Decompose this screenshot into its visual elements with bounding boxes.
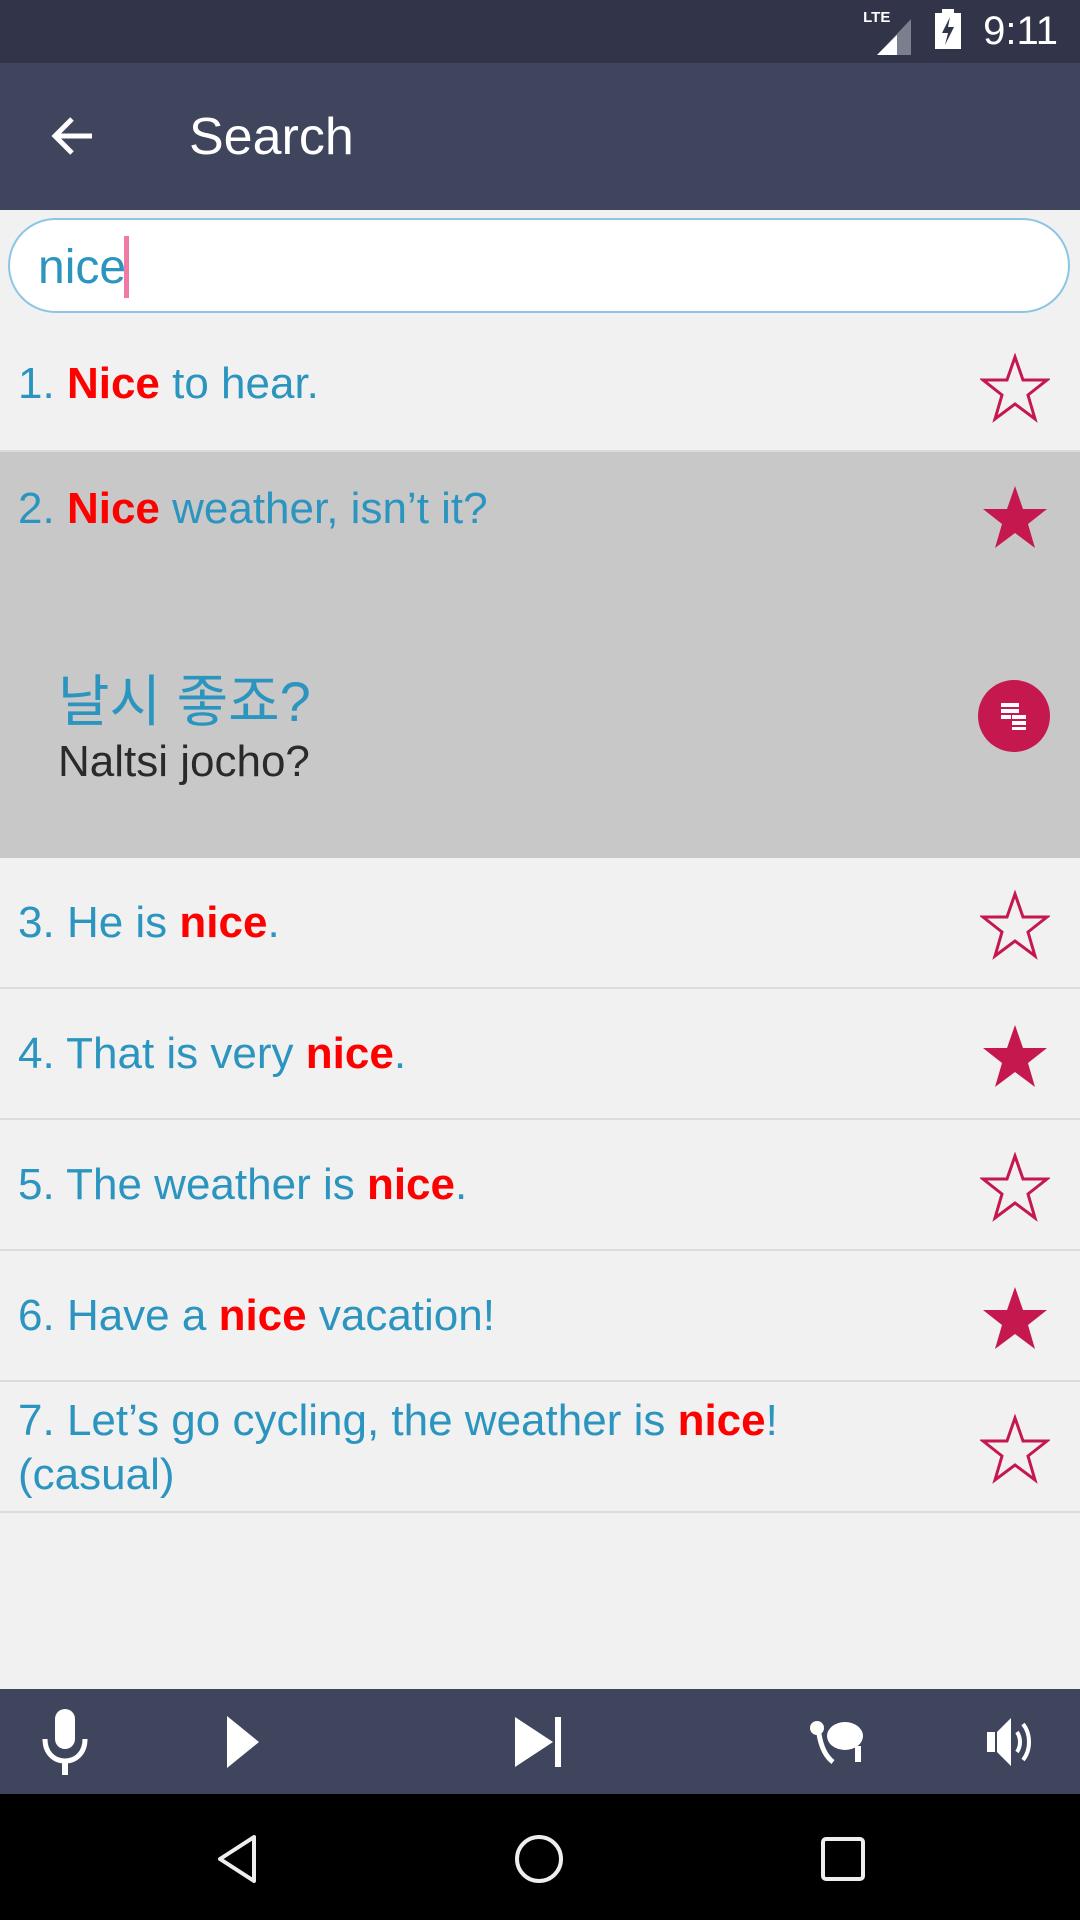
result-row[interactable]: 3. He is nice. (0, 858, 1080, 989)
star-outline-icon[interactable] (980, 1152, 1050, 1222)
status-icons: LTE 9:11 (863, 0, 1058, 63)
turtle-slow-icon (810, 1720, 863, 1764)
page-title: Search (189, 108, 354, 166)
star-outline-icon[interactable] (980, 890, 1050, 960)
star-filled-icon[interactable] (980, 1021, 1050, 1091)
audio-toolbar (0, 1689, 1080, 1794)
volume-button[interactable] (968, 1689, 1058, 1794)
play-button[interactable] (198, 1689, 288, 1794)
battery-charging-icon (935, 9, 962, 54)
slow-speed-button[interactable] (792, 1689, 882, 1794)
flashcards-icon (1001, 703, 1026, 730)
result-row[interactable]: 5. The weather is nice. (0, 1120, 1080, 1251)
skip-next-button[interactable] (494, 1689, 584, 1794)
result-text: 2. Nice weather, isn’t it? (18, 484, 488, 533)
star-filled-icon[interactable] (980, 1283, 1050, 1353)
romanization: Naltsi jocho? (58, 737, 310, 786)
system-nav-bar (0, 1794, 1080, 1920)
result-row[interactable]: 1. Nice to hear. (0, 315, 1080, 452)
nav-back-button[interactable] (192, 1814, 282, 1904)
results-list: 1. Nice to hear. 2. Nice weather, isn’t … (0, 315, 1080, 1513)
microphone-button[interactable] (20, 1689, 110, 1794)
search-box[interactable] (8, 218, 1070, 313)
show-details-button[interactable] (978, 680, 1050, 752)
result-row-expanded[interactable]: 2. Nice weather, isn’t it? 날시 좋죠? Naltsi… (0, 452, 1080, 858)
result-text: 3. He is nice. (18, 898, 280, 947)
arrow-back-icon (51, 117, 92, 155)
back-button[interactable] (40, 103, 106, 169)
home-icon (515, 1835, 563, 1883)
lte-signal-icon: LTE (863, 7, 913, 57)
result-text: 7. Let’s go cycling, the weather is nice… (18, 1396, 778, 1499)
star-outline-icon[interactable] (980, 353, 1050, 423)
microphone-icon (42, 1708, 88, 1775)
status-bar: LTE 9:11 (0, 0, 1080, 63)
result-text: 6. Have a nice vacation! (18, 1291, 495, 1340)
star-outline-icon[interactable] (980, 1414, 1050, 1484)
result-row[interactable]: 4. That is very nice. (0, 989, 1080, 1120)
text-caret (124, 236, 129, 298)
back-icon (218, 1835, 256, 1883)
result-row[interactable]: 7. Let’s go cycling, the weather is nice… (0, 1382, 1080, 1513)
search-input[interactable] (36, 234, 1020, 300)
status-time: 9:11 (983, 9, 1058, 53)
result-row[interactable]: 6. Have a nice vacation! (0, 1251, 1080, 1382)
korean-translation: 날시 좋죠? (58, 670, 311, 733)
result-text: 1. Nice to hear. (18, 359, 319, 408)
nav-recents-button[interactable] (798, 1814, 888, 1904)
recents-icon (821, 1837, 865, 1881)
result-text: 5. The weather is nice. (18, 1160, 468, 1209)
skip-next-icon (515, 1716, 561, 1767)
result-text: 4. That is very nice. (18, 1029, 407, 1078)
play-icon (227, 1715, 259, 1768)
volume-icon (987, 1717, 1031, 1766)
nav-home-button[interactable] (494, 1814, 584, 1904)
star-filled-icon[interactable] (980, 482, 1050, 552)
app-bar: Search (0, 63, 1080, 210)
